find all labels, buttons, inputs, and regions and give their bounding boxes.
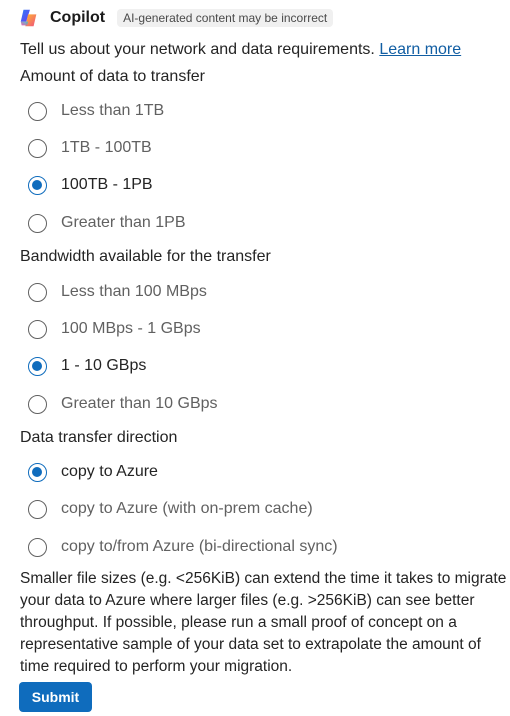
radio-option-greater-than-1pb[interactable]: Greater than 1PB xyxy=(28,211,186,235)
section-title-data-amount: Amount of data to transfer xyxy=(20,68,205,85)
intro-message: Tell us about your network and data requ… xyxy=(20,41,375,58)
radio-option-1-10gbps[interactable]: 1 - 10 GBps xyxy=(28,354,146,378)
header: Copilot AI-generated content may be inco… xyxy=(18,6,334,30)
radio-option-label: Less than 1TB xyxy=(61,102,165,119)
copilot-logo-icon xyxy=(20,9,37,27)
radio-option-label: Greater than 1PB xyxy=(61,214,186,231)
radio-option-label: Less than 100 MBps xyxy=(61,283,207,300)
radio-button[interactable] xyxy=(28,282,47,302)
radio-button[interactable] xyxy=(28,138,47,158)
radio-option-1tb-100tb[interactable]: 1TB - 100TB xyxy=(28,136,152,160)
radio-button[interactable] xyxy=(28,394,47,414)
radio-option-label: copy to/from Azure (bi-directional sync) xyxy=(61,538,338,555)
radio-option-label: 100 MBps - 1 GBps xyxy=(61,320,201,337)
radio-option-label: copy to Azure xyxy=(61,463,158,480)
radio-option-label: 1 - 10 GBps xyxy=(61,357,147,374)
radio-button[interactable] xyxy=(28,537,47,557)
section-title-bandwidth: Bandwidth available for the transfer xyxy=(20,248,271,265)
radio-option-copy-to-azure[interactable]: copy to Azure xyxy=(28,460,158,484)
learn-more-link[interactable]: Learn more xyxy=(379,41,461,58)
app-name: Copilot xyxy=(50,9,106,26)
radio-option-label: copy to Azure (with on-prem cache) xyxy=(61,500,313,517)
submit-button[interactable]: Submit xyxy=(19,682,92,712)
radio-option-bidirectional-sync[interactable]: copy to/from Azure (bi-directional sync) xyxy=(28,535,338,559)
radio-button-selected[interactable] xyxy=(28,356,47,376)
radio-button[interactable] xyxy=(28,499,47,519)
ai-disclaimer-badge: AI-generated content may be incorrect xyxy=(117,9,334,27)
radio-option-copy-to-azure-cache[interactable]: copy to Azure (with on-prem cache) xyxy=(28,497,313,521)
intro-text: Tell us about your network and data requ… xyxy=(20,41,461,59)
radio-option-100tb-1pb[interactable]: 100TB - 1PB xyxy=(28,173,153,197)
radio-button[interactable] xyxy=(28,213,47,233)
radio-button[interactable] xyxy=(28,101,47,121)
radio-option-label: 1TB - 100TB xyxy=(61,139,152,156)
radio-option-less-than-100mbps[interactable]: Less than 100 MBps xyxy=(28,280,207,304)
radio-option-label: Greater than 10 GBps xyxy=(61,395,218,412)
radio-button-selected[interactable] xyxy=(28,175,47,195)
radio-option-100mbps-1gbps[interactable]: 100 MBps - 1 GBps xyxy=(28,317,201,341)
section-title-direction: Data transfer direction xyxy=(20,429,178,446)
radio-option-less-than-1tb[interactable]: Less than 1TB xyxy=(28,99,164,123)
file-size-note: Smaller file sizes (e.g. <256KiB) can ex… xyxy=(20,570,507,675)
radio-button[interactable] xyxy=(28,319,47,339)
radio-option-greater-than-10gbps[interactable]: Greater than 10 GBps xyxy=(28,392,218,416)
radio-option-label: 100TB - 1PB xyxy=(61,176,153,193)
radio-button-selected[interactable] xyxy=(28,462,47,482)
